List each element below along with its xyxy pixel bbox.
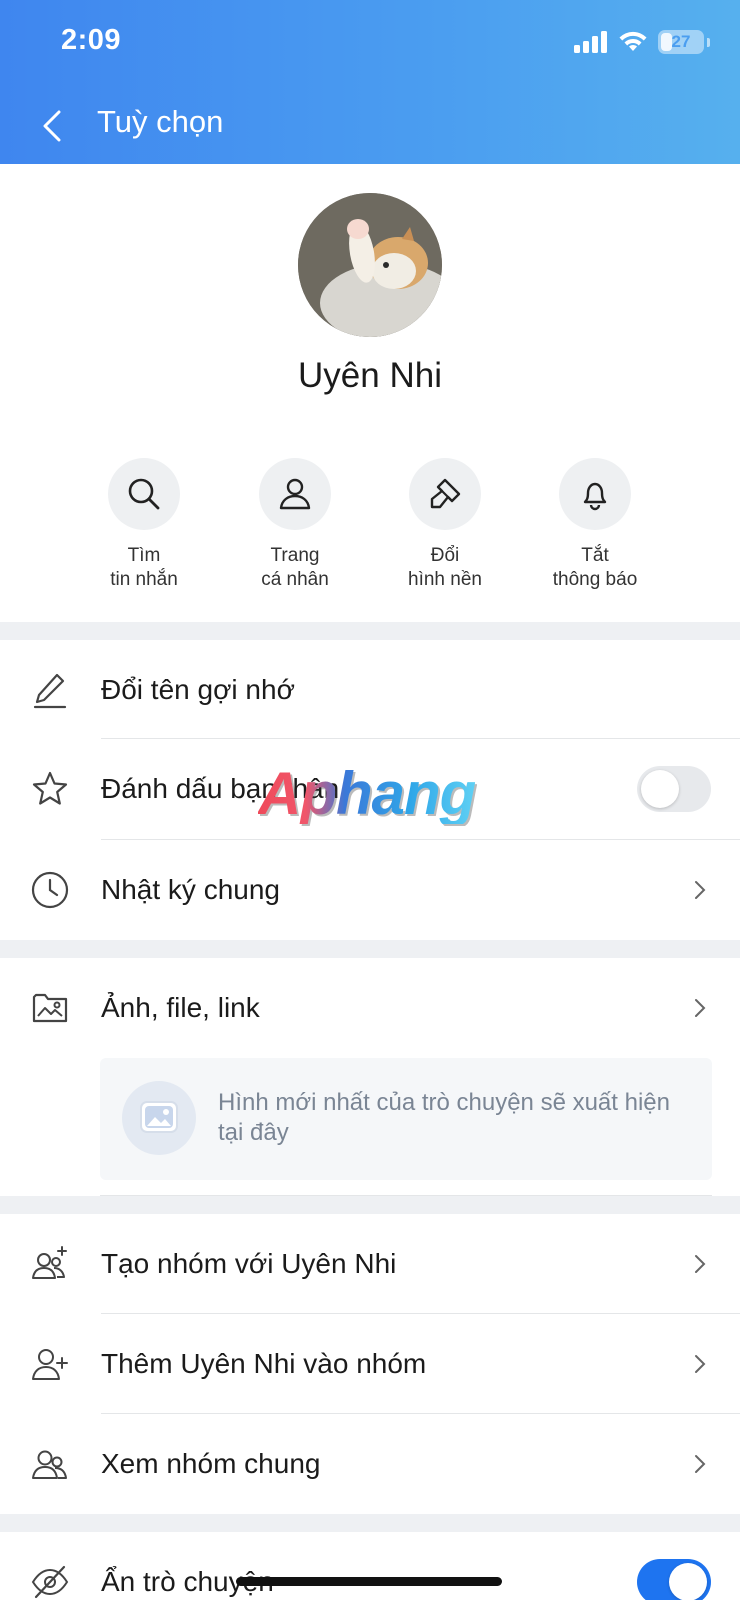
- avatar[interactable]: [298, 193, 442, 337]
- hide-chat-toggle[interactable]: [637, 1559, 711, 1600]
- quick-actions: Tìm tin nhắn Trang cá nhân Đổi hình nền …: [0, 458, 740, 598]
- action-label: Tìm tin nhắn: [69, 544, 219, 592]
- shared-diary-row[interactable]: Nhật ký chung: [0, 840, 740, 940]
- section-gap: [0, 940, 740, 958]
- toggle-knob: [641, 770, 679, 808]
- profile-name: Uyên Nhi: [298, 356, 442, 395]
- row-label: Ảnh, file, link: [101, 992, 260, 1023]
- action-label-line1: Tắt: [581, 545, 609, 566]
- user-add-icon: [30, 1344, 70, 1384]
- row-label: Thêm Uyên Nhi vào nhóm: [101, 1348, 427, 1379]
- action-label-line2: thông báo: [552, 569, 638, 590]
- home-indicator[interactable]: [236, 1577, 502, 1586]
- star-icon: [30, 769, 70, 809]
- mute-notifications-action[interactable]: Tắt thông báo: [520, 458, 670, 592]
- chevron-right-icon: [690, 1352, 710, 1376]
- action-label: Tắt thông báo: [520, 544, 670, 592]
- back-button[interactable]: [34, 104, 70, 148]
- add-to-group-row[interactable]: Thêm Uyên Nhi vào nhóm: [0, 1314, 740, 1414]
- wifi-icon: [619, 31, 647, 51]
- action-circle[interactable]: [108, 458, 180, 530]
- folder-image-icon: [30, 988, 70, 1028]
- media-empty-text: Hình mới nhất của trò chuyện sẽ xuất hiệ…: [218, 1089, 670, 1146]
- status-icons: 27: [574, 30, 710, 54]
- image-placeholder-icon: [122, 1081, 196, 1155]
- action-label-line2: hình nền: [408, 569, 482, 590]
- row-label: Tạo nhóm với Uyên Nhi: [101, 1248, 397, 1279]
- app-header: 2:09 27 Tuỳ chọn: [0, 0, 740, 164]
- chevron-right-icon: [690, 1452, 710, 1476]
- chevron-right-icon: [690, 878, 710, 902]
- hide-chat-row: Ẩn trò chuyện: [0, 1532, 740, 1600]
- change-wallpaper-action[interactable]: Đổi hình nền: [370, 458, 520, 592]
- section-gap: [0, 1514, 740, 1532]
- battery-level: [661, 33, 672, 51]
- row-label: Đổi tên gợi nhớ: [101, 674, 295, 705]
- toggle-knob: [669, 1563, 707, 1600]
- eye-off-icon: [30, 1562, 70, 1600]
- battery-indicator: 27: [658, 30, 704, 54]
- group-add-icon: [30, 1244, 70, 1284]
- action-label-line2: cá nhân: [261, 569, 329, 590]
- profile-section: Uyên Nhi Tìm tin nhắn Trang cá nhân Đổi …: [0, 164, 740, 622]
- action-label-line1: Tìm: [127, 545, 161, 566]
- row-label: Nhật ký chung: [101, 874, 280, 905]
- action-label-line1: Trang: [270, 545, 320, 566]
- search-icon: [128, 478, 160, 510]
- action-label-line1: Đổi: [430, 545, 460, 566]
- create-group-row[interactable]: Tạo nhóm với Uyên Nhi: [0, 1214, 740, 1314]
- page-title: Tuỳ chọn: [97, 104, 224, 139]
- rename-row[interactable]: Đổi tên gợi nhớ: [0, 640, 740, 740]
- media-preview-placeholder: Hình mới nhất của trò chuyện sẽ xuất hiệ…: [100, 1058, 712, 1180]
- action-label-line2: tin nhắn: [110, 569, 178, 590]
- chevron-left-icon: [43, 110, 61, 142]
- close-friend-toggle[interactable]: [637, 766, 711, 812]
- action-label: Trang cá nhân: [220, 544, 370, 592]
- battery-tip: [707, 37, 710, 47]
- common-groups-row[interactable]: Xem nhóm chung: [0, 1414, 740, 1514]
- cellular-signal-icon: [574, 31, 607, 53]
- section-gap: [0, 622, 740, 640]
- media-row[interactable]: Ảnh, file, link: [0, 958, 740, 1058]
- pencil-icon: [30, 670, 70, 710]
- action-label: Đổi hình nền: [370, 544, 520, 592]
- section-gap: [0, 1196, 740, 1214]
- action-circle[interactable]: [259, 458, 331, 530]
- battery-percent: 27: [671, 32, 691, 51]
- bell-icon: [583, 482, 607, 511]
- row-label: Xem nhóm chung: [101, 1448, 321, 1479]
- chevron-right-icon: [690, 996, 710, 1020]
- brush-icon: [430, 478, 461, 509]
- clock-icon: [30, 870, 70, 910]
- search-messages-action[interactable]: Tìm tin nhắn: [69, 458, 219, 592]
- action-circle[interactable]: [559, 458, 631, 530]
- user-icon: [279, 478, 311, 510]
- status-time: 2:09: [61, 24, 122, 56]
- profile-page-action[interactable]: Trang cá nhân: [220, 458, 370, 592]
- users-icon: [30, 1444, 70, 1484]
- action-circle[interactable]: [409, 458, 481, 530]
- avatar-photo: [298, 193, 442, 337]
- chevron-right-icon: [690, 1252, 710, 1276]
- watermark-logo: Aphang: [258, 760, 476, 827]
